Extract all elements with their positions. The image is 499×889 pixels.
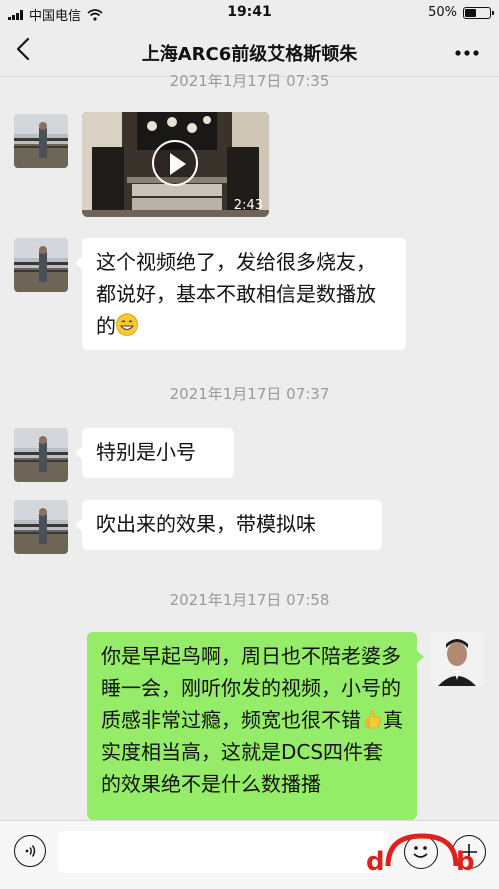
thumbs-up-emoji-icon (361, 707, 383, 729)
avatar-contact[interactable] (14, 238, 68, 292)
chat-title: 上海ARC6前级艾格斯顿朱 (141, 44, 358, 65)
status-time: 19:41 (227, 4, 272, 20)
status-right: 50% (428, 5, 494, 20)
message-bubble[interactable]: 特别是小号 (75, 428, 234, 478)
voice-button[interactable] (14, 835, 46, 867)
voice-icon (25, 845, 36, 857)
message-text: 这个视频绝了，发给很多烧友，都说好，基本不敢相信是数播放的 (96, 250, 376, 338)
avatar-contact[interactable] (14, 500, 68, 554)
video-duration: 2:43 (233, 198, 263, 213)
timestamp: 2021年1月17日 07:58 (169, 591, 330, 609)
watermark-logo: d b (366, 833, 475, 877)
battery-level (465, 8, 477, 17)
more-button[interactable] (455, 38, 479, 63)
more-dots-icon (455, 50, 479, 56)
video-message[interactable]: 2:43 (82, 112, 269, 217)
timestamp: 2021年1月17日 07:35 (169, 72, 330, 90)
battery-icon (463, 6, 494, 19)
svg-text:d: d (366, 847, 385, 877)
message-bubble[interactable]: 这个视频绝了，发给很多烧友，都说好，基本不敢相信是数播放的 (75, 238, 406, 350)
message-bubble-self[interactable]: 你是早起鸟啊，周日也不陪老婆多睡一会，刚听你发的视频，小号的质感非常过瘾，频宽也… (87, 632, 424, 820)
avatar-self[interactable] (430, 632, 484, 686)
avatar-contact[interactable] (14, 114, 68, 168)
message-text: 你是早起鸟啊，周日也不陪老婆多睡一会，刚听你发的视频，小号的质感非常过瘾，频宽也… (101, 644, 401, 732)
chevron-left-icon (16, 37, 30, 61)
avatar-contact[interactable] (14, 428, 68, 482)
message-text: 特别是小号 (96, 440, 196, 464)
message-text: 吹出来的效果，带模拟味 (96, 512, 316, 536)
play-icon[interactable] (152, 140, 198, 186)
grin-emoji-icon (116, 313, 138, 336)
svg-text:b: b (456, 847, 475, 877)
back-button[interactable] (16, 37, 30, 66)
timestamp: 2021年1月17日 07:37 (169, 385, 330, 403)
status-bar: 中国电信 19:41 50% (0, 0, 499, 26)
message-input[interactable] (58, 831, 388, 873)
battery-percent: 50% (428, 5, 457, 20)
message-bubble[interactable]: 吹出来的效果，带模拟味 (75, 500, 382, 550)
